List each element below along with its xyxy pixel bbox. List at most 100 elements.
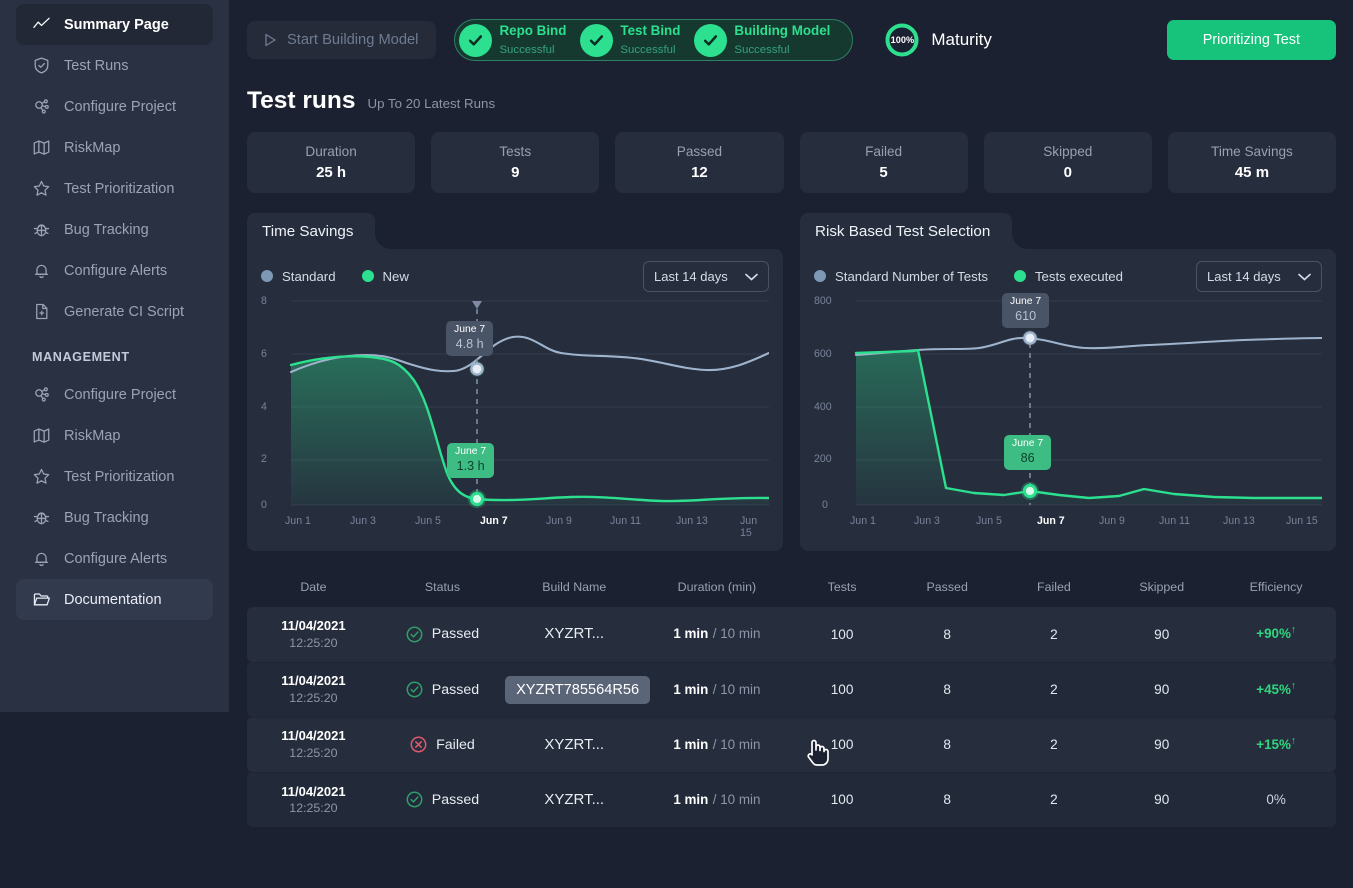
start-building-model-button[interactable]: Start Building Model <box>247 21 436 59</box>
status-state: Successful <box>620 44 675 56</box>
table-row[interactable]: 11/04/202112:25:20PassedXYZRT...1 min / … <box>247 772 1336 827</box>
cell-passed: 8 <box>894 717 1001 772</box>
panel-tab-risk-based[interactable]: Risk Based Test Selection <box>800 213 1012 249</box>
cell-tests: 100 <box>790 607 893 662</box>
status-test-bind: Test BindSuccessful <box>580 22 688 58</box>
table-col-date[interactable]: Date <box>247 571 380 607</box>
stat-value: 9 <box>511 164 519 181</box>
table-col-efficiency[interactable]: Efficiency <box>1216 571 1336 607</box>
stat-card-passed[interactable]: Passed12 <box>615 132 783 193</box>
ytick-l-0: 0 <box>261 499 267 511</box>
sidebar-item-label: Configure Alerts <box>64 263 167 279</box>
plot-time-savings: 8 6 4 2 0 Jun 1 Jun 3 Jun 5 Jun 7 Jun 9 … <box>261 293 769 539</box>
stat-card-failed[interactable]: Failed5 <box>800 132 968 193</box>
table-col-build-name[interactable]: Build Name <box>505 571 643 607</box>
row-status: Passed <box>432 792 479 808</box>
sidebar-item-summary-page[interactable]: Summary Page <box>16 4 213 45</box>
sidebar-item-configure-project[interactable]: Configure Project <box>16 86 213 127</box>
tooltip-date: June 7 <box>454 324 485 337</box>
area-fill-tests-executed <box>856 350 1322 505</box>
stat-value: 45 m <box>1235 164 1269 181</box>
cell-passed: 8 <box>894 607 1001 662</box>
table-col-failed[interactable]: Failed <box>1001 571 1108 607</box>
bell-icon <box>32 261 51 280</box>
table-col-duration-min[interactable]: Duration (min) <box>643 571 790 607</box>
map-icon <box>32 426 51 445</box>
marker-standard <box>471 363 482 374</box>
stat-label: Tests <box>499 144 531 159</box>
sidebar-item-bug-tracking[interactable]: Bug Tracking <box>16 497 213 538</box>
build-name-text[interactable]: XYZRT... <box>544 625 604 642</box>
sidebar-item-riskmap[interactable]: RiskMap <box>16 127 213 168</box>
build-name-text[interactable]: XYZRT... <box>544 791 604 808</box>
prioritizing-test-button[interactable]: Prioritizing Test <box>1167 20 1336 60</box>
cell-skipped: 90 <box>1107 717 1216 772</box>
build-name-chip[interactable]: XYZRT785564R56 <box>505 676 650 704</box>
sidebar-item-label: Configure Alerts <box>64 551 167 567</box>
cell-build-name[interactable]: XYZRT... <box>505 607 643 662</box>
row-time: 12:25:20 <box>247 635 380 652</box>
table-row[interactable]: 11/04/202112:25:20FailedXYZRT...1 min / … <box>247 717 1336 772</box>
range-selector-risk-based[interactable]: Last 14 days <box>1196 261 1322 292</box>
sidebar-item-test-prioritization[interactable]: Test Prioritization <box>16 168 213 209</box>
cell-build-name[interactable]: XYZRT... <box>505 772 643 827</box>
tooltip-standard-right: June 7 610 <box>1002 293 1049 328</box>
table-row[interactable]: 11/04/202112:25:20PassedXYZRT785564R561 … <box>247 662 1336 717</box>
cell-efficiency: 0% <box>1216 772 1336 827</box>
row-date: 11/04/2021 <box>247 617 380 635</box>
row-date: 11/04/2021 <box>247 727 380 745</box>
stat-card-skipped[interactable]: Skipped0 <box>984 132 1152 193</box>
table-col-status[interactable]: Status <box>380 571 505 607</box>
range-selector-time-savings[interactable]: Last 14 days <box>643 261 769 292</box>
duration-total: / 10 min <box>713 792 761 807</box>
panel-tab-time-savings[interactable]: Time Savings <box>247 213 375 249</box>
table-col-tests[interactable]: Tests <box>790 571 893 607</box>
star-icon <box>32 467 51 486</box>
chart-line-icon <box>32 15 51 34</box>
plot-svg-risk-based <box>814 293 1322 539</box>
build-name-text[interactable]: XYZRT... <box>544 736 604 753</box>
efficiency-value: +45%↑ <box>1256 682 1296 697</box>
table-col-passed[interactable]: Passed <box>894 571 1001 607</box>
sidebar-item-test-runs[interactable]: Test Runs <box>16 45 213 86</box>
stat-card-tests[interactable]: Tests 9 <box>431 132 599 193</box>
start-building-model-label: Start Building Model <box>287 32 418 48</box>
sidebar-item-riskmap[interactable]: RiskMap <box>16 415 213 456</box>
cell-failed: 2 <box>1001 717 1108 772</box>
sidebar-item-label: Test Prioritization <box>64 181 174 197</box>
sidebar-item-configure-alerts[interactable]: Configure Alerts <box>16 250 213 291</box>
tooltip-value: 1.3 h <box>455 459 486 474</box>
table-col-skipped[interactable]: Skipped <box>1107 571 1216 607</box>
legend-item-standard-tests[interactable]: Standard Number of Tests <box>814 269 988 284</box>
status-name: Repo Bind <box>499 23 566 38</box>
ytick-l-8: 8 <box>261 295 267 307</box>
cell-skipped: 90 <box>1107 662 1216 717</box>
sidebar-item-generate-ci-script[interactable]: Generate CI Script <box>16 291 213 332</box>
legend-item-tests-executed[interactable]: Tests executed <box>1014 269 1123 284</box>
legend-item-standard[interactable]: Standard <box>261 269 336 284</box>
sidebar-item-bug-tracking[interactable]: Bug Tracking <box>16 209 213 250</box>
sidebar-item-label: RiskMap <box>64 140 120 156</box>
sidebar-item-documentation[interactable]: Documentation <box>16 579 213 620</box>
sidebar-item-configure-alerts[interactable]: Configure Alerts <box>16 538 213 579</box>
table-row[interactable]: 11/04/202112:25:20PassedXYZRT...1 min / … <box>247 607 1336 662</box>
page-title-row: Test runs Up To 20 Latest Runs <box>229 61 1353 115</box>
cell-build-name[interactable]: XYZRT785564R56 <box>505 662 643 717</box>
legend-item-new[interactable]: New <box>362 269 409 284</box>
arrow-up-icon: ↑ <box>1291 735 1296 746</box>
stat-card-row: Duration25 h Tests 9 Passed12 Failed5 Skipped… <box>229 115 1353 193</box>
stat-card-duration[interactable]: Duration25 h <box>247 132 415 193</box>
sidebar-section-label: MANAGEMENT <box>0 340 229 374</box>
efficiency-value: 0% <box>1266 792 1285 807</box>
stat-card-time-savings[interactable]: Time Savings45 m <box>1168 132 1336 193</box>
status-state: Successful <box>499 44 554 56</box>
status-pass-icon <box>406 626 423 643</box>
settings-nodes-icon <box>32 385 51 404</box>
cell-build-name[interactable]: XYZRT... <box>505 717 643 772</box>
row-status: Passed <box>432 626 479 642</box>
tooltip-date: June 7 <box>455 446 486 459</box>
row-time: 12:25:20 <box>247 745 380 762</box>
sidebar-item-test-prioritization[interactable]: Test Prioritization <box>16 456 213 497</box>
sidebar-item-configure-project[interactable]: Configure Project <box>16 374 213 415</box>
duration-total: / 10 min <box>713 626 761 641</box>
